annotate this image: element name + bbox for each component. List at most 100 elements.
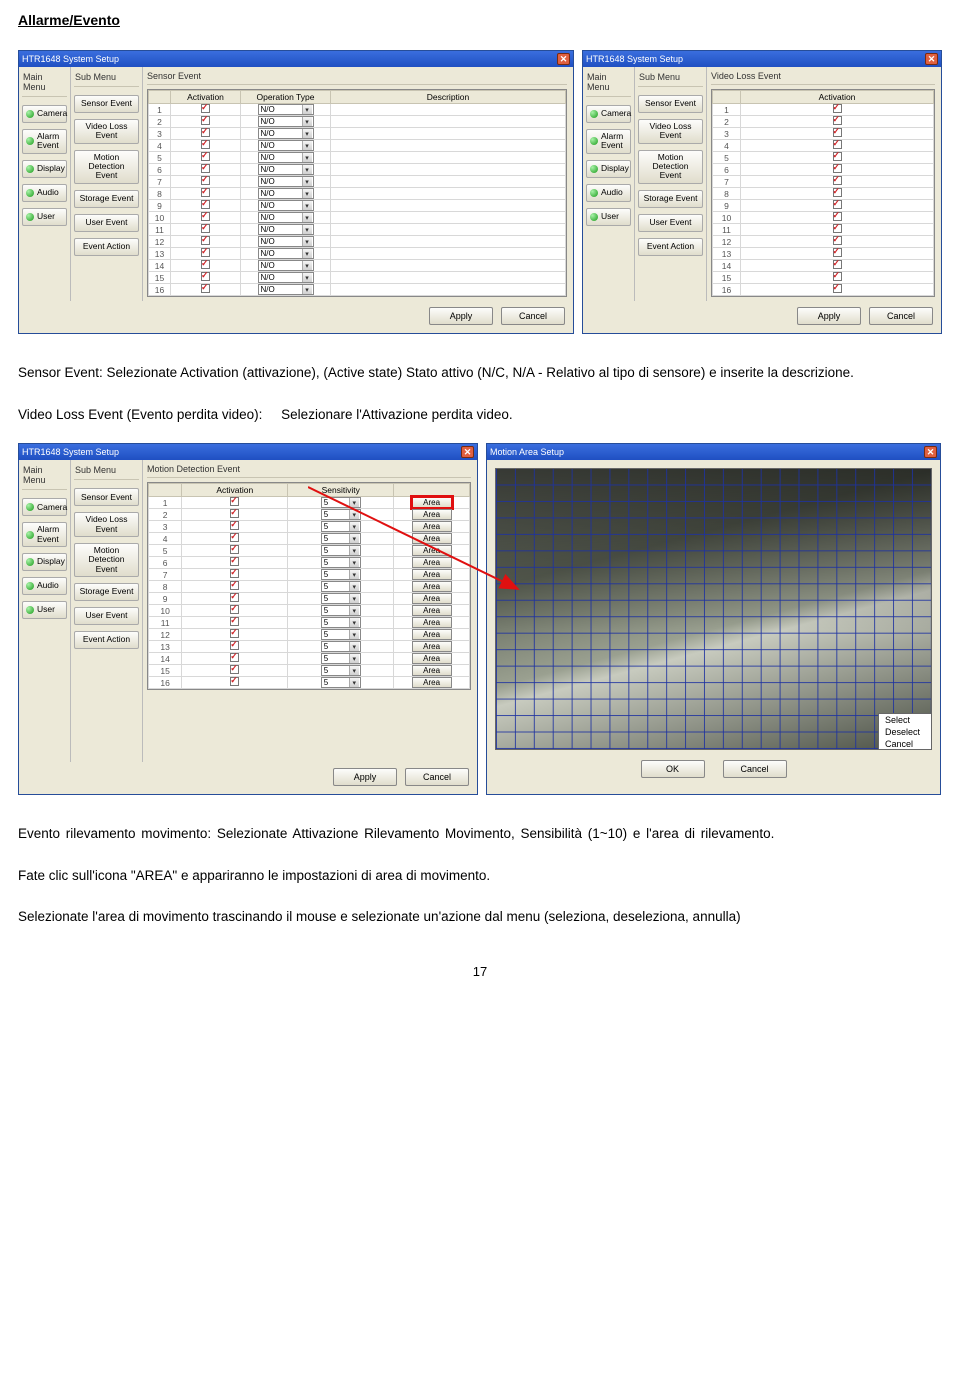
context-menu-select[interactable]: Select xyxy=(879,714,932,726)
description-cell[interactable] xyxy=(331,236,566,248)
activation-checkbox[interactable] xyxy=(833,224,842,233)
activation-checkbox[interactable] xyxy=(833,116,842,125)
area-button[interactable]: Area xyxy=(412,677,452,688)
mainmenu-camera[interactable]: Camera xyxy=(586,105,631,123)
activation-checkbox[interactable] xyxy=(833,284,842,293)
area-button[interactable]: Area xyxy=(412,581,452,592)
operation-type-dropdown[interactable]: N/O xyxy=(258,116,314,127)
motion-area-grid[interactable]: Select Deselect Cancel xyxy=(495,468,932,750)
submenu-video-loss-event[interactable]: Video Loss Event xyxy=(638,119,703,144)
activation-checkbox[interactable] xyxy=(230,521,239,530)
description-cell[interactable] xyxy=(331,188,566,200)
activation-checkbox[interactable] xyxy=(201,152,210,161)
submenu-video-loss-event[interactable]: Video Loss Event xyxy=(74,119,139,144)
activation-checkbox[interactable] xyxy=(230,569,239,578)
area-button[interactable]: Area xyxy=(412,509,452,520)
description-cell[interactable] xyxy=(331,176,566,188)
submenu-sensor-event[interactable]: Sensor Event xyxy=(74,95,139,113)
area-button[interactable]: Area xyxy=(412,533,452,544)
description-cell[interactable] xyxy=(331,260,566,272)
apply-button[interactable]: Apply xyxy=(333,768,397,786)
sensitivity-dropdown[interactable]: 5 xyxy=(321,581,361,592)
mainmenu-display[interactable]: Display xyxy=(22,160,67,178)
activation-checkbox[interactable] xyxy=(201,116,210,125)
activation-checkbox[interactable] xyxy=(833,260,842,269)
operation-type-dropdown[interactable]: N/O xyxy=(258,140,314,151)
context-menu-deselect[interactable]: Deselect xyxy=(879,726,932,738)
description-cell[interactable] xyxy=(331,200,566,212)
area-button[interactable]: Area xyxy=(412,521,452,532)
area-button[interactable]: Area xyxy=(412,593,452,604)
mainmenu-alarm-event[interactable]: Alarm Event xyxy=(22,129,67,154)
mainmenu-audio[interactable]: Audio xyxy=(586,184,631,202)
operation-type-dropdown[interactable]: N/O xyxy=(258,152,314,163)
cancel-button[interactable]: Cancel xyxy=(723,760,787,778)
sensitivity-dropdown[interactable]: 5 xyxy=(321,653,361,664)
activation-checkbox[interactable] xyxy=(201,188,210,197)
submenu-video-loss-event[interactable]: Video Loss Event xyxy=(74,512,139,537)
operation-type-dropdown[interactable]: N/O xyxy=(258,224,314,235)
sensitivity-dropdown[interactable]: 5 xyxy=(321,545,361,556)
area-button[interactable]: Area xyxy=(412,557,452,568)
activation-checkbox[interactable] xyxy=(230,629,239,638)
area-button[interactable]: Area xyxy=(412,617,452,628)
activation-checkbox[interactable] xyxy=(230,653,239,662)
mainmenu-audio[interactable]: Audio xyxy=(22,184,67,202)
submenu-storage-event[interactable]: Storage Event xyxy=(638,190,703,208)
ok-button[interactable]: OK xyxy=(641,760,705,778)
close-icon[interactable]: ✕ xyxy=(461,446,474,458)
description-cell[interactable] xyxy=(331,164,566,176)
activation-checkbox[interactable] xyxy=(833,164,842,173)
activation-checkbox[interactable] xyxy=(833,128,842,137)
operation-type-dropdown[interactable]: N/O xyxy=(258,272,314,283)
submenu-motion-detection[interactable]: Motion Detection Event xyxy=(74,150,139,184)
activation-checkbox[interactable] xyxy=(230,509,239,518)
activation-checkbox[interactable] xyxy=(230,557,239,566)
activation-checkbox[interactable] xyxy=(230,677,239,686)
activation-checkbox[interactable] xyxy=(833,140,842,149)
mainmenu-user[interactable]: User xyxy=(586,208,631,226)
close-icon[interactable]: ✕ xyxy=(925,53,938,65)
activation-checkbox[interactable] xyxy=(201,104,210,113)
submenu-user-event[interactable]: User Event xyxy=(74,214,139,232)
mainmenu-alarm-event[interactable]: Alarm Event xyxy=(586,129,631,154)
area-button[interactable]: Area xyxy=(412,569,452,580)
description-cell[interactable] xyxy=(331,284,566,296)
operation-type-dropdown[interactable]: N/O xyxy=(258,248,314,259)
activation-checkbox[interactable] xyxy=(201,236,210,245)
apply-button[interactable]: Apply xyxy=(429,307,493,325)
submenu-event-action[interactable]: Event Action xyxy=(74,631,139,649)
submenu-user-event[interactable]: User Event xyxy=(74,607,139,625)
sensitivity-dropdown[interactable]: 5 xyxy=(321,497,361,508)
activation-checkbox[interactable] xyxy=(833,248,842,257)
submenu-storage-event[interactable]: Storage Event xyxy=(74,190,139,208)
description-cell[interactable] xyxy=(331,152,566,164)
area-button[interactable]: Area xyxy=(412,653,452,664)
operation-type-dropdown[interactable]: N/O xyxy=(258,128,314,139)
activation-checkbox[interactable] xyxy=(201,284,210,293)
activation-checkbox[interactable] xyxy=(201,224,210,233)
description-cell[interactable] xyxy=(331,212,566,224)
mainmenu-display[interactable]: Display xyxy=(586,160,631,178)
sensitivity-dropdown[interactable]: 5 xyxy=(321,605,361,616)
activation-checkbox[interactable] xyxy=(833,200,842,209)
activation-checkbox[interactable] xyxy=(230,581,239,590)
activation-checkbox[interactable] xyxy=(833,188,842,197)
mainmenu-audio[interactable]: Audio xyxy=(22,577,67,595)
sensitivity-dropdown[interactable]: 5 xyxy=(321,593,361,604)
description-cell[interactable] xyxy=(331,248,566,260)
sensitivity-dropdown[interactable]: 5 xyxy=(321,509,361,520)
sensitivity-dropdown[interactable]: 5 xyxy=(321,569,361,580)
operation-type-dropdown[interactable]: N/O xyxy=(258,284,314,295)
submenu-user-event[interactable]: User Event xyxy=(638,214,703,232)
activation-checkbox[interactable] xyxy=(833,236,842,245)
close-icon[interactable]: ✕ xyxy=(924,446,937,458)
activation-checkbox[interactable] xyxy=(201,272,210,281)
activation-checkbox[interactable] xyxy=(201,128,210,137)
description-cell[interactable] xyxy=(331,116,566,128)
operation-type-dropdown[interactable]: N/O xyxy=(258,260,314,271)
activation-checkbox[interactable] xyxy=(201,248,210,257)
sensitivity-dropdown[interactable]: 5 xyxy=(321,557,361,568)
operation-type-dropdown[interactable]: N/O xyxy=(258,212,314,223)
activation-checkbox[interactable] xyxy=(230,533,239,542)
